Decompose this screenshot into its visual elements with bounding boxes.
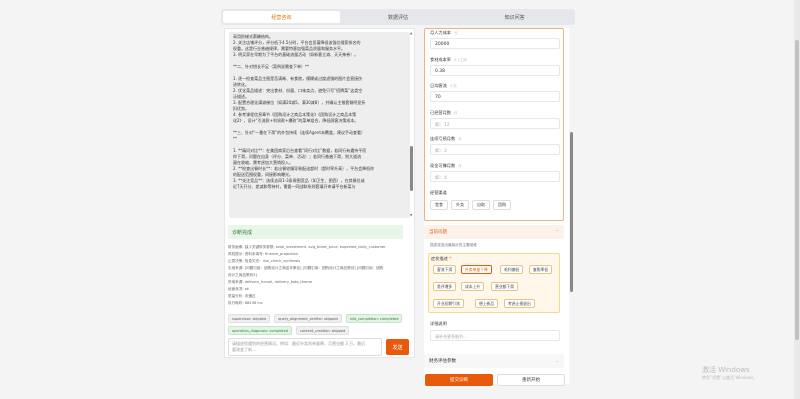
field-input[interactable]: 70 [430, 91, 560, 102]
field-label-text: 现金可撑月数 [430, 163, 456, 168]
detail-input[interactable]: 请补充更多细节... [430, 330, 560, 341]
symptom-chip[interactable]: 营业额下滑 [491, 282, 518, 291]
field-label-text: 已经营月数 [430, 110, 451, 115]
field-label: 现金可撑月数月 [430, 163, 462, 169]
field-hint: 0-1之间 [453, 58, 467, 62]
field-label: 月人力成本元 [430, 30, 457, 36]
stream-line: 近7天开分、差减和等待衬，需要一同战联系则套填开申请平台新菜与 [233, 184, 356, 189]
page-scrollbar[interactable] [794, 0, 800, 399]
tab-data-evaluation[interactable]: 数据评估 [340, 11, 457, 23]
field-input[interactable]: 20000 [430, 38, 560, 49]
field-hint: 月 [458, 164, 462, 168]
field-label: 食材成本率 0-1之间 [430, 57, 467, 63]
chat-placeholder-line1: 请描述您遇到的经营情况。例如：最近外卖利单量降，月营业额 3 万，最近 [232, 341, 366, 346]
field-label: 日均客流 人次 [430, 83, 457, 89]
agent-status-tag: content_creation: skipped [295, 326, 350, 335]
meta-line: 质量分析: 未通过 [228, 294, 256, 298]
mode-tabs: 经营咨询 数据评估 知识问答 [221, 9, 575, 25]
field-hint: 人次 [449, 84, 457, 88]
page-scroll-thumb[interactable] [795, 40, 799, 340]
agent-status-tag: info_completion: completed [345, 314, 403, 323]
stream-scrollbar[interactable]: ▲ ▼ [410, 31, 413, 217]
diagnosis-status: 诊断完成 [228, 225, 403, 239]
meta-line: 财务画像: 缺少关键财务参数: total_investment, avg_ti… [228, 245, 386, 249]
field-hint: 元 [453, 31, 458, 35]
field-hint: 月 [458, 137, 462, 141]
chat-placeholder-line2: 要改变了新... [232, 346, 256, 352]
meta-line: 风险提示: 资料未填写: finance_projection [228, 252, 299, 256]
field-input[interactable]: 如：3 [430, 144, 560, 155]
current-issues-title: 当前问题 [429, 230, 447, 235]
channel-group-buy[interactable]: 团购 [493, 200, 511, 210]
symptom-chip[interactable]: 复购率低 [529, 265, 553, 274]
response-stream: 采用阶梯式薪酬结构。 2. 关注店铺评分，评分低于4.5分时，平台会显著降低该锚位… [229, 32, 410, 218]
symptom-chip[interactable]: 考虑止损退出 [504, 299, 535, 308]
form-scrollbar[interactable] [570, 29, 574, 387]
send-button[interactable]: 发送 [386, 339, 409, 355]
symptom-chip[interactable]: 毛利偏低 [500, 265, 524, 274]
agent-status-tag: supervisor: skipped [228, 314, 271, 323]
symptom-chip[interactable]: 外卖单量下降 [461, 265, 492, 274]
tab-knowledge-qa[interactable]: 知识问答 [456, 11, 573, 23]
scroll-down-icon[interactable]: ▼ [410, 213, 412, 217]
diagnosis-meta: 财务画像: 缺少关键财务参数: total_investment, avg_ti… [228, 244, 406, 307]
agent-status-tag: query_alignment_verifier: skipped [274, 314, 342, 323]
field-label-text: 月人力成本 [430, 30, 451, 35]
symptom-chip[interactable]: 想上新品 [475, 299, 499, 308]
channel-delivery[interactable]: 外卖 [451, 200, 469, 210]
field-label-text: 连续亏损月数 [430, 136, 456, 141]
stream-scroll-thumb[interactable] [410, 146, 413, 191]
finance-params-header[interactable]: 财务评估参数 ⌄ [424, 354, 564, 368]
tab-business-consult[interactable]: 经营咨询 [223, 11, 340, 23]
field-input[interactable]: 如：12 [430, 118, 560, 129]
windows-activation-watermark: 激活 Windows 转到“设置”以激活 Windows。 [702, 365, 757, 381]
watermark-line2: 转到“设置”以激活 Windows。 [702, 375, 758, 380]
meta-line: 止损决策: 信息欠完：risk_check_synthesis [228, 259, 301, 263]
chevron-up-icon: ⌃ [555, 229, 559, 234]
issues-description: 描述或选出最接近的主要困难 [430, 243, 477, 247]
field-label: 连续亏损月数月 [430, 136, 462, 142]
symptom-title: 症状描述 * [431, 256, 452, 261]
field-label-text: 食材成本率 [430, 57, 451, 62]
chat-input[interactable]: 请描述您遇到的经营情况。例如：最近外卖利单量降，月营业额 3 万，最近 要改变了… [228, 338, 382, 356]
symptom-chip[interactable]: 成本上升 [461, 282, 485, 291]
meta-line: 经营状况: ok [228, 287, 250, 291]
agent-status-tag: operation_diagnosis: completed [228, 326, 292, 335]
symptom-chip[interactable]: 差评增多 [433, 282, 457, 291]
meta-line: 引用来源: [问题引用：团购设计之商品本策化] [问题引用：团购设计之商品策划]… [228, 266, 384, 270]
channel-dine-in[interactable]: 堂食 [430, 200, 448, 210]
field-input[interactable]: 如：4 [430, 171, 560, 182]
symptom-chip[interactable]: 客流下滑 [433, 265, 457, 274]
meta-line: 设计之商品策划3] [228, 273, 257, 277]
detail-label: 详细说明 [430, 321, 447, 326]
chat-panel: 采用阶梯式薪酬结构。 2. 关注店铺评分，评分低于4.5分时，平台会显著降低该锚位… [224, 28, 415, 358]
scroll-up-icon[interactable]: ▲ [410, 31, 412, 35]
channels-label: 经营渠道 [430, 190, 447, 195]
finance-params-title: 财务评估参数 [429, 359, 456, 364]
current-issues-header[interactable]: 当前问题 ⌃ [424, 225, 564, 239]
meta-line: 执行耗时: 88436 ms [228, 301, 263, 305]
form-scroll-thumb[interactable] [570, 132, 573, 292]
field-hint: 月 [453, 111, 458, 115]
meta-line: 所用来源: delivery_funnel, delivery_kata_the… [228, 280, 313, 284]
reset-button[interactable]: 重新开始 [497, 374, 565, 386]
chevron-down-icon: ⌄ [555, 358, 559, 363]
field-label: 已经营月数月 [430, 110, 457, 116]
channel-pickup[interactable]: 自取 [472, 200, 490, 210]
field-label-text: 日均客流 [430, 83, 447, 88]
submit-diagnosis-button[interactable]: 提交诊断 [425, 374, 493, 386]
symptom-chip[interactable]: 开业初期引流 [433, 299, 464, 308]
watermark-line1: 激活 Windows [702, 366, 750, 374]
field-input[interactable]: 0.38 [430, 65, 560, 76]
